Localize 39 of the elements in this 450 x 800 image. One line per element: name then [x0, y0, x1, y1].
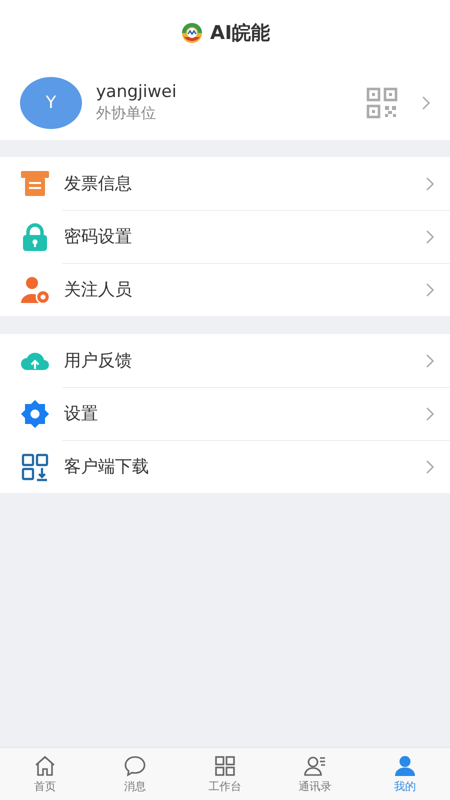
- menu-label: 客户端下载: [64, 456, 150, 478]
- menu-item[interactable]: 发票信息: [0, 157, 450, 210]
- tab[interactable]: 工作台: [180, 748, 270, 800]
- home-icon: [33, 754, 57, 778]
- person-icon: [393, 754, 417, 778]
- app-logo-text: AI皖能: [210, 20, 270, 46]
- contacts-icon: [303, 754, 327, 778]
- qr-download-icon: [20, 452, 50, 482]
- qr-code-icon[interactable]: [366, 86, 398, 118]
- tab[interactable]: 首页: [0, 748, 90, 800]
- chat-bubble-icon: [123, 754, 147, 778]
- menu-label: 密码设置: [64, 226, 133, 248]
- chevron-right-icon: [426, 406, 434, 420]
- chevron-right-icon: [422, 96, 430, 110]
- lock-icon: [20, 222, 50, 252]
- chevron-right-icon: [426, 176, 434, 190]
- tab[interactable]: 通讯录: [270, 748, 360, 800]
- organization-label: 外协单位: [96, 104, 156, 123]
- menu-item[interactable]: 密码设置: [0, 210, 450, 263]
- chevron-right-icon: [426, 282, 434, 296]
- menu-item[interactable]: 关注人员: [0, 263, 450, 316]
- menu-item[interactable]: 设置: [0, 387, 450, 440]
- tab[interactable]: 消息: [90, 748, 180, 800]
- printer-icon: [20, 168, 50, 198]
- menu-item[interactable]: 用户反馈: [0, 334, 450, 387]
- logo-icon: [180, 20, 204, 44]
- chevron-right-icon: [426, 460, 434, 474]
- menu-item[interactable]: 客户端下载: [0, 440, 450, 493]
- grid-icon: [213, 754, 237, 778]
- menu-label: 发票信息: [64, 173, 133, 195]
- settings-icon: [20, 398, 50, 428]
- person-icon: [20, 274, 50, 304]
- menu-label: 关注人员: [64, 279, 133, 301]
- menu-label: 用户反馈: [64, 350, 133, 372]
- avatar: Y: [20, 76, 82, 128]
- chevron-right-icon: [426, 354, 434, 368]
- menu-label: 设置: [64, 403, 99, 425]
- chevron-right-icon: [426, 230, 434, 244]
- user-name: yangjiwei: [96, 82, 177, 102]
